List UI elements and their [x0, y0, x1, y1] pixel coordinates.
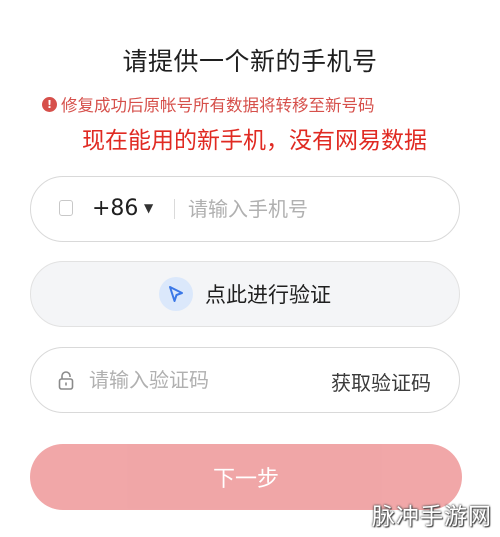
- page-title: 请提供一个新的手机号: [122, 47, 378, 76]
- watermark: 脉冲手游网: [372, 504, 492, 530]
- warning-text: 修复成功后原帐号所有数据将转移至新号码: [61, 96, 375, 115]
- field-divider: [174, 199, 175, 219]
- agreement-checkbox[interactable]: [59, 200, 73, 216]
- verification-code-input[interactable]: [89, 366, 309, 394]
- warning-notice: ! 修复成功后原帐号所有数据将转移至新号码: [42, 92, 472, 116]
- verify-button-label: 点此进行验证: [205, 283, 331, 307]
- phone-change-page: 请提供一个新的手机号 ! 修复成功后原帐号所有数据将转移至新号码 现在能用的新手…: [0, 0, 500, 537]
- chevron-down-icon[interactable]: ▼: [144, 201, 153, 215]
- lock-icon: [57, 370, 75, 392]
- cursor-pointer-icon: [159, 277, 193, 311]
- verify-button[interactable]: 点此进行验证: [30, 261, 460, 327]
- handwritten-annotation: 现在能用的新手机，没有网易数据: [82, 128, 427, 154]
- phone-field: +86 ▼: [30, 176, 460, 242]
- verify-button-content: 点此进行验证: [159, 277, 331, 311]
- get-code-link[interactable]: 获取验证码: [331, 367, 431, 396]
- verification-code-field: 获取验证码: [30, 347, 460, 413]
- exclamation-circle-icon: !: [42, 96, 57, 112]
- phone-input[interactable]: [188, 195, 408, 223]
- country-code-selector[interactable]: +86: [92, 196, 138, 221]
